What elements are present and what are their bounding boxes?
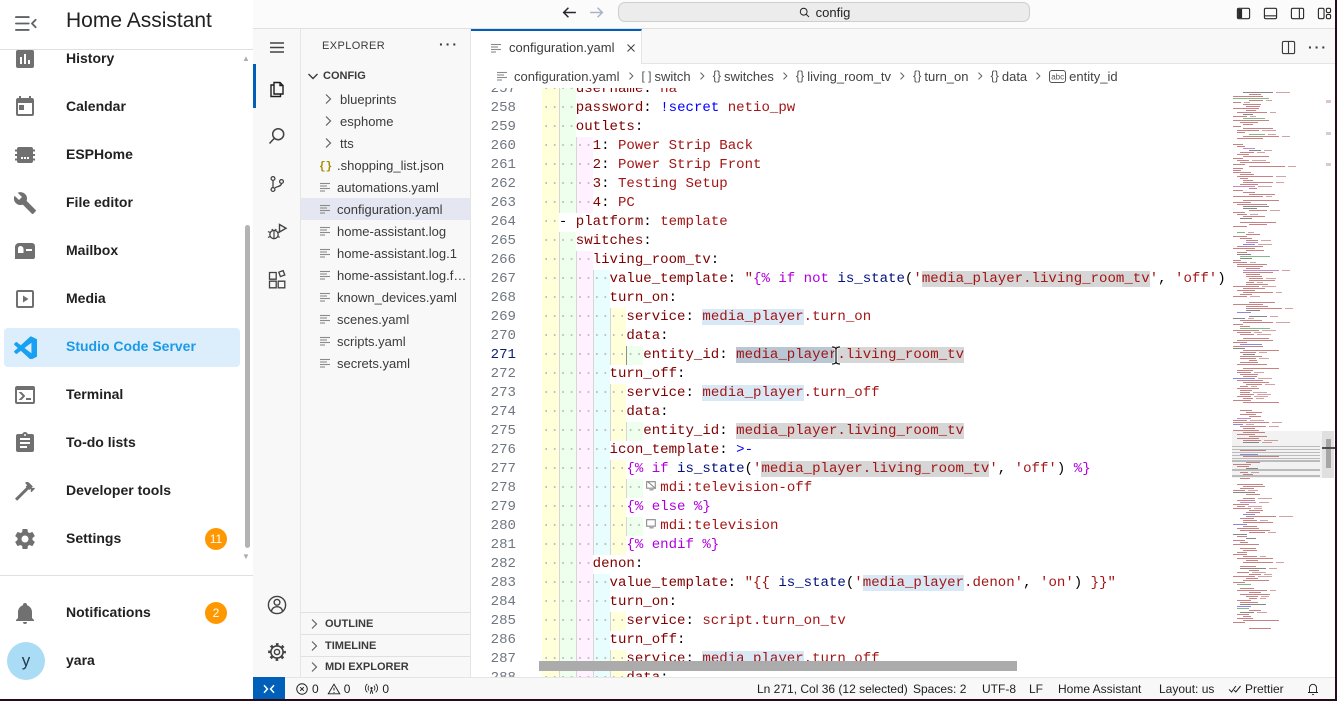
svg-text:abc: abc: [1051, 72, 1064, 81]
svg-text:{}: {}: [319, 161, 332, 173]
